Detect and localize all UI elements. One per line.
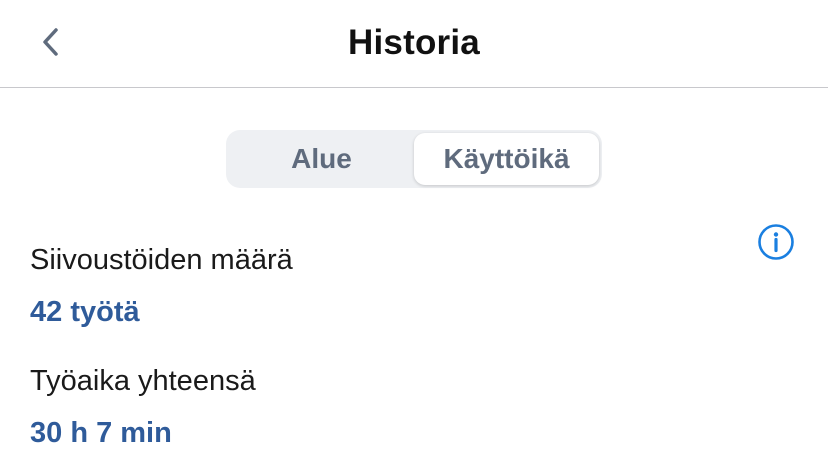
segment-alue[interactable]: Alue xyxy=(229,133,414,185)
navigation-bar: Historia xyxy=(0,0,828,88)
segmented-control: Alue Käyttöikä xyxy=(226,130,602,188)
cleaning-jobs-value: 42 työtä xyxy=(30,296,140,328)
history-screen: Historia Alue Käyttöikä Siivoustöiden mä… xyxy=(0,0,828,467)
info-circle-icon xyxy=(758,224,794,260)
page-title: Historia xyxy=(348,23,480,62)
total-work-time-label: Työaika yhteensä xyxy=(30,365,256,397)
info-button[interactable] xyxy=(756,222,796,262)
segment-kayttoika[interactable]: Käyttöikä xyxy=(414,133,599,185)
total-work-time-value: 30 h 7 min xyxy=(30,417,172,449)
cleaning-jobs-label: Siivoustöiden määrä xyxy=(30,244,293,276)
